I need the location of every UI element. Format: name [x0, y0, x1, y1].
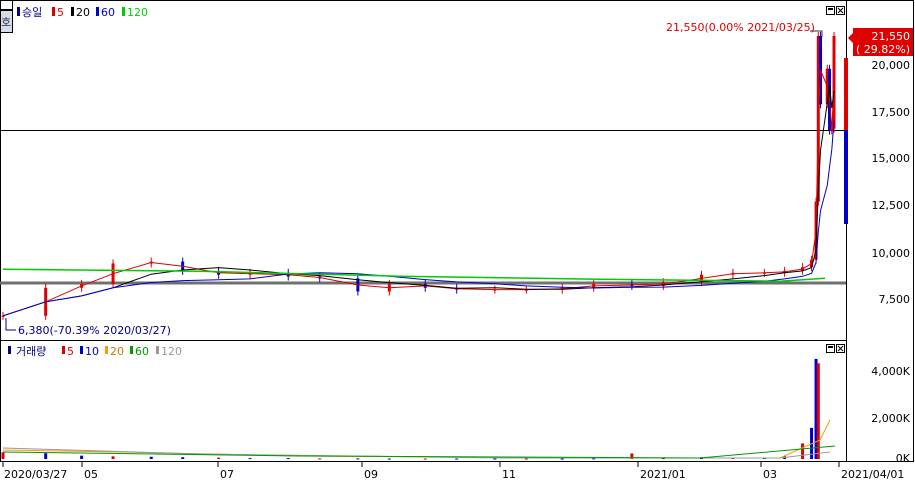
x-axis-label: 2021/04/01: [841, 468, 904, 481]
last-price-value: 21,550: [872, 30, 911, 43]
vol-ma60-marker: [130, 346, 133, 354]
x-axis-label: 03: [763, 468, 777, 481]
volume-y-tick: 2,000K: [871, 412, 910, 425]
min-price-annotation: 6,380(-70.39% 2020/03/27): [18, 324, 171, 337]
vol-legend-ma120: 120: [161, 345, 182, 358]
volume-y-tick: 4,000K: [871, 365, 910, 378]
volume-bar: [493, 458, 497, 460]
volume-bar: [217, 457, 221, 459]
price-y-tick: 10,000: [872, 247, 911, 260]
volume-bar: [524, 458, 528, 460]
volume-bar: [111, 456, 115, 459]
price-range-bar-up: [844, 58, 848, 130]
legend-ma60-marker: [96, 7, 99, 16]
legend-stock-name: 승일: [22, 5, 42, 19]
max-price-annotation: 21,550(0.00% 2021/03/25): [666, 21, 815, 34]
volume-bar: [801, 443, 805, 459]
x-axis-label: 07: [220, 468, 234, 481]
stock-chart: 호 승일 5 20 60 120 21,550(0.00% 2021/03/25…: [0, 0, 915, 481]
volume-bar: [423, 458, 427, 460]
price-y-tick: 17,500: [872, 106, 911, 119]
volume-bar: [387, 458, 391, 460]
volume-bar: [44, 453, 48, 459]
panel-menu-icon[interactable]: [0, 0, 13, 10]
volume-bar: [1, 452, 5, 459]
vol-legend-ma60: 60: [135, 345, 149, 358]
price-y-tick: 15,000: [872, 152, 911, 165]
maximize-icon[interactable]: [826, 6, 835, 15]
last-price-tag: 21,550 ( 29.82%): [848, 28, 913, 56]
chart-frame: [0, 0, 914, 462]
x-axis-label: 09: [364, 468, 378, 481]
volume-bar: [248, 458, 252, 460]
vol-legend-ma10: 10: [85, 345, 99, 358]
volume-bar: [181, 457, 185, 459]
legend-ma120: 120: [127, 6, 148, 19]
price-y-tick: 7,500: [879, 293, 911, 306]
price-y-tick: 12,500: [872, 199, 911, 212]
volume-bar: [455, 458, 459, 460]
volume-bar: [816, 363, 820, 459]
volume-bar: [560, 458, 564, 460]
vol-ma5-marker: [62, 346, 65, 354]
price-y-tick: 20,000: [872, 59, 911, 72]
price-legend: 승일 5 20 60 120: [17, 5, 148, 19]
legend-ma120-marker: [122, 7, 125, 16]
legend-ma20-marker: [71, 7, 74, 16]
price-range-bar-down: [844, 130, 848, 224]
maximize-icon-bar: [828, 8, 833, 10]
volume-legend-name: 거래량: [16, 345, 46, 358]
maximize-icon-bar: [828, 346, 833, 348]
volume-bar: [318, 458, 322, 460]
x-axis-label: 2021/01: [640, 468, 686, 481]
legend-ma60: 60: [101, 6, 115, 19]
vol-ma20-marker: [105, 346, 108, 354]
vol-ma10-marker: [80, 346, 83, 354]
legend-ma5-marker: [52, 7, 55, 16]
x-axis: 2020/03/27 05 07 09 11 2021/01 03 2021/0…: [2, 462, 904, 481]
x-axis-label: 11: [502, 468, 516, 481]
last-price-change: ( 29.82%): [856, 43, 910, 56]
volume-bar: [149, 456, 153, 459]
volume-bar: [286, 458, 290, 460]
x-axis-label: 2020/03/27: [4, 468, 67, 481]
vol-ma120-marker: [156, 346, 159, 354]
volume-y-tick: 0K: [896, 452, 911, 465]
volume-bar: [80, 455, 84, 459]
side-toggle-glyph: 호: [1, 16, 11, 29]
maximize-icon[interactable]: [826, 344, 835, 353]
volume-bar: [356, 458, 360, 460]
vol-legend-ma20: 20: [110, 345, 124, 358]
vol-legend-ma5: 5: [67, 345, 74, 358]
legend-ma5: 5: [57, 6, 64, 19]
volume-legend-marker: [8, 346, 11, 354]
x-axis-label: 05: [84, 468, 98, 481]
legend-series-marker: [17, 7, 20, 16]
legend-ma20: 20: [76, 6, 90, 19]
